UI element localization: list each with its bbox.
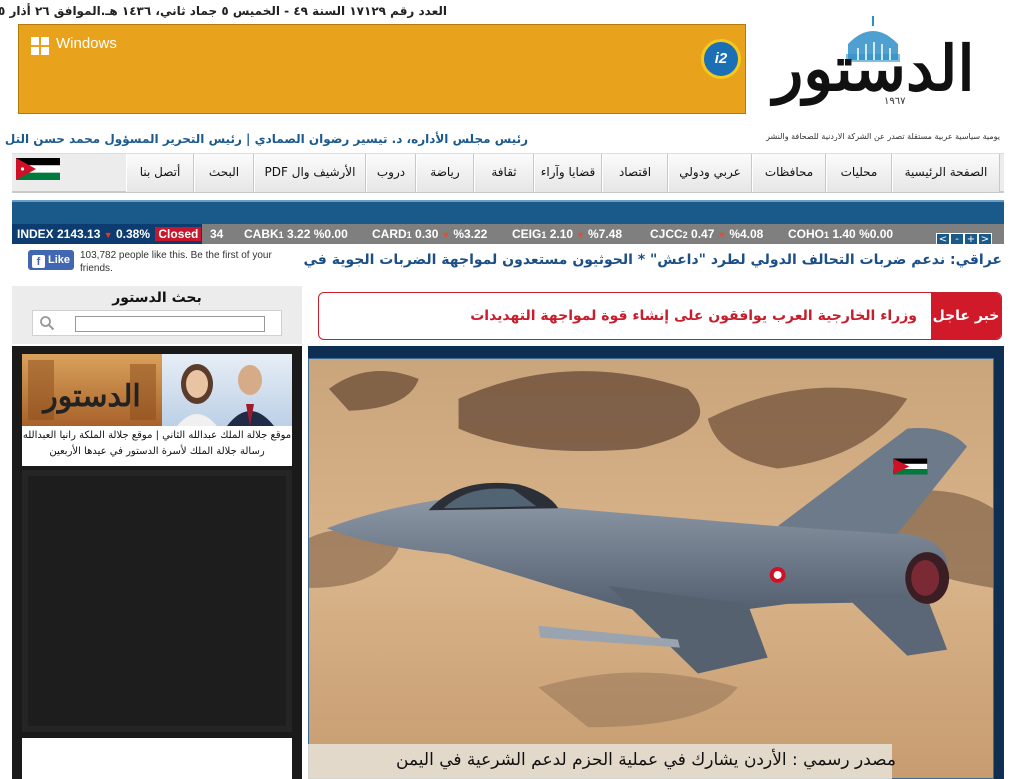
ticker-cut-fragment: 34 xyxy=(210,227,224,241)
sidebar-white-panel xyxy=(22,738,292,779)
feature-jet-image[interactable] xyxy=(308,358,994,779)
down-arrow-icon: ▼ xyxy=(576,230,585,240)
left-sidebar: الدستور موقع جلالة الملك عبدالله الثاني … xyxy=(12,346,302,779)
breaking-news-text[interactable]: وزراء الخارجية العرب يوافقون على إنشاء ق… xyxy=(470,293,917,339)
royal-sites-link[interactable]: موقع جلالة الملك عبدالله الثاني | موقع ج… xyxy=(22,430,292,441)
facebook-like-button[interactable]: f Like xyxy=(28,250,74,270)
ticker-item[interactable]: CABK1 3.22 %0.00 xyxy=(244,224,348,244)
down-arrow-icon: ▼ xyxy=(717,230,727,240)
nav-item-economy[interactable]: اقتصاد xyxy=(602,154,668,192)
nav-item-local[interactable]: محليات xyxy=(826,154,892,192)
down-arrow-icon: ▼ xyxy=(103,230,113,240)
ticker-item[interactable]: CEIG1 2.10 ▼ %7.48 xyxy=(512,224,622,244)
logo-tagline: يومية سياسية عربية مستقلة تصدر عن الشركة… xyxy=(766,132,1000,141)
breaking-news-label: خبر عاجل xyxy=(931,293,1001,339)
search-title: بحث الدستور xyxy=(112,290,202,306)
ticker-faster-button[interactable]: + xyxy=(964,233,978,244)
nav-item-governorates[interactable]: محافظات xyxy=(752,154,826,192)
ad-brand-text: Windows xyxy=(56,35,117,52)
nav-item-home[interactable]: الصفحة الرئيسية xyxy=(892,154,1000,192)
ticker-controls: < - + > xyxy=(936,227,992,244)
jordan-flag-icon xyxy=(16,158,60,180)
breaking-news-box[interactable]: خبر عاجل وزراء الخارجية العرب يوافقون عل… xyxy=(318,292,1002,340)
nav-item-paths[interactable]: دروب xyxy=(366,154,416,192)
nav-item-contact[interactable]: أتصل بنا xyxy=(126,154,194,192)
down-arrow-icon: ▼ xyxy=(441,230,451,240)
facebook-like-count: 103,782 people like this. Be the first o… xyxy=(80,250,272,274)
search-icon[interactable] xyxy=(39,315,55,331)
site-logo[interactable]: الدستور ١٩٦٧ xyxy=(748,14,1000,120)
ticker-item[interactable]: CJCC2 0.47 ▼ %4.08 xyxy=(650,224,763,244)
royal-letter-link[interactable]: رسالة جلالة الملك لأسرة الدستور في عيدها… xyxy=(22,446,292,457)
windows-logo-icon xyxy=(31,37,49,55)
nav-item-archive-pdf[interactable]: الأرشيف وال PDF xyxy=(254,154,366,192)
issue-line: العدد رقم ١٧١٢٩ السنة ٤٩ - الخميس ٥ جماد… xyxy=(0,4,447,18)
svg-text:الدستور: الدستور xyxy=(41,379,140,414)
editor-line: رئيس مجلس الأداره، د. تيسير رضوان الصماد… xyxy=(4,132,528,146)
search-panel: بحث الدستور xyxy=(12,286,302,344)
stock-ticker: 34 CABK1 3.22 %0.00 CARD1 0.30 ▼ %3.22 CEI… xyxy=(12,224,1004,244)
windows-ad-banner[interactable]: Windows i2 xyxy=(18,24,746,114)
facebook-icon: f xyxy=(32,255,45,268)
nav-item-search[interactable]: البحث xyxy=(194,154,254,192)
nav-item-arab-intl[interactable]: عربي ودولي xyxy=(668,154,752,192)
search-field xyxy=(32,310,282,336)
sidebar-ad-slot[interactable] xyxy=(22,470,292,732)
ticker-next-button[interactable]: > xyxy=(978,233,992,244)
royal-links-box: الدستور موقع جلالة الملك عبدالله الثاني … xyxy=(22,354,292,466)
ticker-item[interactable]: CARD1 0.30 ▼ %3.22 xyxy=(372,224,487,244)
sidebar-ad-inner xyxy=(28,476,286,726)
feature-caption[interactable]: مصدر رسمي : الأردن يشارك في عملية الحزم … xyxy=(396,750,896,770)
ticker-slower-button[interactable]: - xyxy=(950,233,964,244)
ad-i2-badge: i2 xyxy=(701,39,741,79)
ticker-index: INDEX 2143.13 ▼ 0.38% Closed xyxy=(12,224,202,244)
nav-item-culture[interactable]: ثقافة xyxy=(474,154,534,192)
search-input[interactable] xyxy=(75,316,265,332)
nav-item-opinions[interactable]: قضايا وآراء xyxy=(534,154,602,192)
main-feature: مصدر رسمي : الأردن يشارك في عملية الحزم … xyxy=(308,346,1004,779)
market-status-badge: Closed xyxy=(155,227,202,241)
ticker-item[interactable]: COHO1 1.40 %0.00 xyxy=(788,224,893,244)
logo-year: ١٩٦٧ xyxy=(884,96,906,107)
nav-item-sports[interactable]: رياضة xyxy=(416,154,474,192)
page: العدد رقم ١٧١٢٩ السنة ٤٩ - الخميس ٥ جماد… xyxy=(0,0,1004,779)
nav-underline-bar xyxy=(12,200,1004,224)
logo-wordmark: الدستور xyxy=(773,32,976,105)
main-nav: الصفحة الرئيسية محليات محافظات عربي ودول… xyxy=(12,153,1004,193)
royal-banner-image[interactable]: الدستور xyxy=(22,354,292,426)
ticker-prev-button[interactable]: < xyxy=(936,233,950,244)
scrolling-headline[interactable]: عراقي: ندعم ضربات التحالف الدولي لطرد "د… xyxy=(302,252,1002,268)
